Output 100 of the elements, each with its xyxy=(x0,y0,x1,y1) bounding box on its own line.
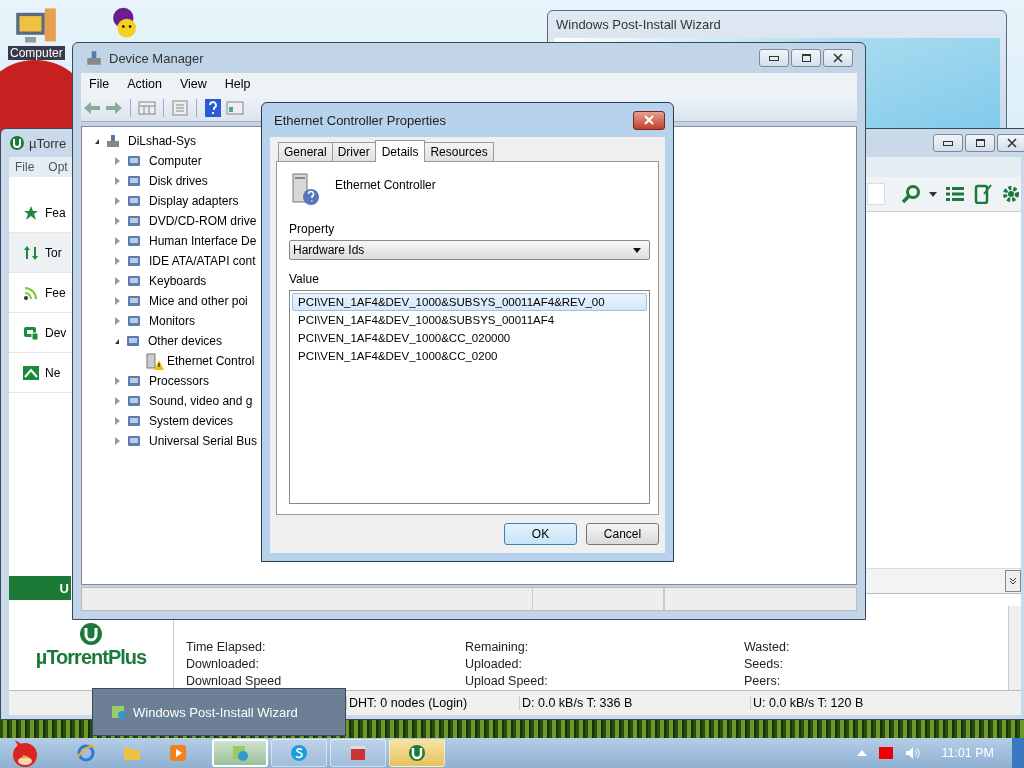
status-text: D: 0.0 kB/s T: 336 B xyxy=(519,696,750,710)
speaker-icon[interactable] xyxy=(905,746,922,760)
device-icon xyxy=(126,153,142,169)
wizard-icon xyxy=(230,743,250,763)
close-button[interactable] xyxy=(997,134,1024,152)
tab[interactable]: General xyxy=(278,142,333,161)
menu-item[interactable]: Help xyxy=(224,77,251,91)
tree-item[interactable]: Display adapters xyxy=(147,194,241,208)
star-icon xyxy=(23,204,39,221)
cancel-button[interactable]: Cancel xyxy=(586,523,659,545)
phone-icon[interactable] xyxy=(973,184,993,204)
device-name: Ethernet Controller xyxy=(335,178,436,192)
transfer-field-label: Wasted: xyxy=(744,640,791,654)
chat-taskbar-button[interactable] xyxy=(271,739,327,767)
tree-item[interactable]: Disk drives xyxy=(147,174,210,188)
computer-icon[interactable] xyxy=(14,6,59,46)
caret-icon xyxy=(633,247,641,253)
device-icon xyxy=(126,313,142,329)
more-button[interactable] xyxy=(1005,570,1021,592)
maximize-button[interactable] xyxy=(965,134,995,152)
tree-item[interactable]: DiLshad-Sys xyxy=(126,134,199,148)
rss-icon xyxy=(23,284,39,301)
panel-view-icon[interactable] xyxy=(226,99,244,117)
ok-button[interactable]: OK xyxy=(504,523,577,545)
tree-item[interactable]: Monitors xyxy=(147,314,197,328)
transfer-field-label: Time Elapsed: xyxy=(186,640,267,654)
tree-item[interactable]: System devices xyxy=(147,414,236,428)
popup-title: Windows Post-Install Wizard xyxy=(133,704,298,720)
forward-arrow-icon[interactable] xyxy=(105,99,123,117)
scrollbar[interactable] xyxy=(1008,606,1021,690)
tree-item[interactable]: Processors xyxy=(147,374,212,388)
search-icon[interactable] xyxy=(901,184,921,204)
device-icon xyxy=(126,253,142,269)
transfer-field-label: Download Speed xyxy=(186,674,283,688)
utorrent-icon xyxy=(9,135,25,151)
browser-icon[interactable] xyxy=(76,743,96,763)
help-icon[interactable] xyxy=(204,99,222,117)
search-field[interactable] xyxy=(867,183,885,205)
list-item[interactable]: PCI\VEN_1AF4&DEV_1000&CC_020000 xyxy=(292,329,647,347)
toolbox-taskbar-button[interactable] xyxy=(330,739,386,767)
menu-item[interactable]: Opt xyxy=(48,160,68,174)
taskbar-thumbnail-popup[interactable]: Windows Post-Install Wizard xyxy=(92,688,346,736)
window-title: µTorre xyxy=(29,135,67,151)
device-icon xyxy=(126,173,142,189)
minimize-button[interactable] xyxy=(759,49,789,67)
tree-item[interactable]: Keyboards xyxy=(147,274,209,288)
sidebar-item[interactable]: Tor xyxy=(9,233,71,273)
tree-item[interactable]: Universal Serial Bus xyxy=(147,434,260,448)
utorrent-taskbar-button[interactable] xyxy=(389,739,445,767)
sidebar-item[interactable]: Fee xyxy=(9,273,71,313)
close-button[interactable] xyxy=(823,49,853,67)
minimize-button[interactable] xyxy=(933,134,963,152)
sidebar-item[interactable]: Ne xyxy=(9,353,71,393)
double-chevron-icon xyxy=(1009,577,1017,585)
menu-item[interactable]: Action xyxy=(127,77,162,91)
property-dropdown[interactable]: Hardware Ids xyxy=(289,240,650,260)
transfer-field-label: Peers: xyxy=(744,674,782,688)
unknown-device-icon xyxy=(289,172,321,206)
tree-item[interactable]: Other devices xyxy=(146,334,225,348)
transfer-field-label: Remaining: xyxy=(465,640,530,654)
sidebar-item[interactable]: Dev xyxy=(9,313,71,353)
maximize-button[interactable] xyxy=(791,49,821,67)
media-player-icon[interactable] xyxy=(168,743,188,763)
list-view-icon[interactable] xyxy=(171,99,189,117)
list-item[interactable]: PCI\VEN_1AF4&DEV_1000&SUBSYS_00011AF4&REV_00 xyxy=(292,293,647,311)
logo-wordmark: µTorrentPlus xyxy=(35,645,147,669)
upgrade-banner[interactable]: U xyxy=(9,576,71,600)
device-icon xyxy=(126,273,142,289)
caret-icon[interactable] xyxy=(929,191,937,197)
tab[interactable]: Driver xyxy=(331,142,376,161)
back-arrow-icon[interactable] xyxy=(83,99,101,117)
tree-item[interactable]: Ethernet Control xyxy=(165,354,257,368)
show-hidden-icons-icon[interactable] xyxy=(857,750,868,756)
tab[interactable]: Resources xyxy=(424,142,494,161)
tab[interactable]: Details xyxy=(374,140,426,162)
list-icon[interactable] xyxy=(945,184,965,204)
tree-item[interactable]: Human Interface De xyxy=(147,234,259,248)
list-item[interactable]: PCI\VEN_1AF4&DEV_1000&CC_0200 xyxy=(292,347,647,365)
menu-item[interactable]: File xyxy=(89,77,110,91)
wizard-taskbar-button[interactable] xyxy=(212,739,268,767)
tree-item[interactable]: Computer xyxy=(147,154,204,168)
tree-item[interactable]: IDE ATA/ATAPI cont xyxy=(147,254,258,268)
desktop-icon-label[interactable]: Computer xyxy=(8,46,65,60)
list-item[interactable]: PCI\VEN_1AF4&DEV_1000&SUBSYS_00011AF4 xyxy=(292,311,647,329)
device-icon xyxy=(23,324,39,341)
tree-item[interactable]: DVD/CD-ROM drive xyxy=(147,214,259,228)
up-down-arrows-icon xyxy=(23,244,39,261)
device-icon xyxy=(126,393,142,409)
close-button[interactable] xyxy=(633,110,665,130)
expander-icon[interactable] xyxy=(115,338,119,344)
menu-item[interactable]: View xyxy=(179,77,207,91)
transfer-field-label: Uploaded: xyxy=(465,657,523,671)
tree-item[interactable]: Mice and other poi xyxy=(147,294,250,308)
flag-icon[interactable] xyxy=(879,747,894,759)
properties-grid-icon[interactable] xyxy=(138,99,156,117)
tree-item[interactable]: Sound, video and g xyxy=(147,394,255,408)
menu-item[interactable]: File xyxy=(15,160,35,174)
field-label: Value xyxy=(289,272,320,286)
settings-icon[interactable] xyxy=(1001,184,1021,204)
expander-icon[interactable] xyxy=(95,138,99,144)
